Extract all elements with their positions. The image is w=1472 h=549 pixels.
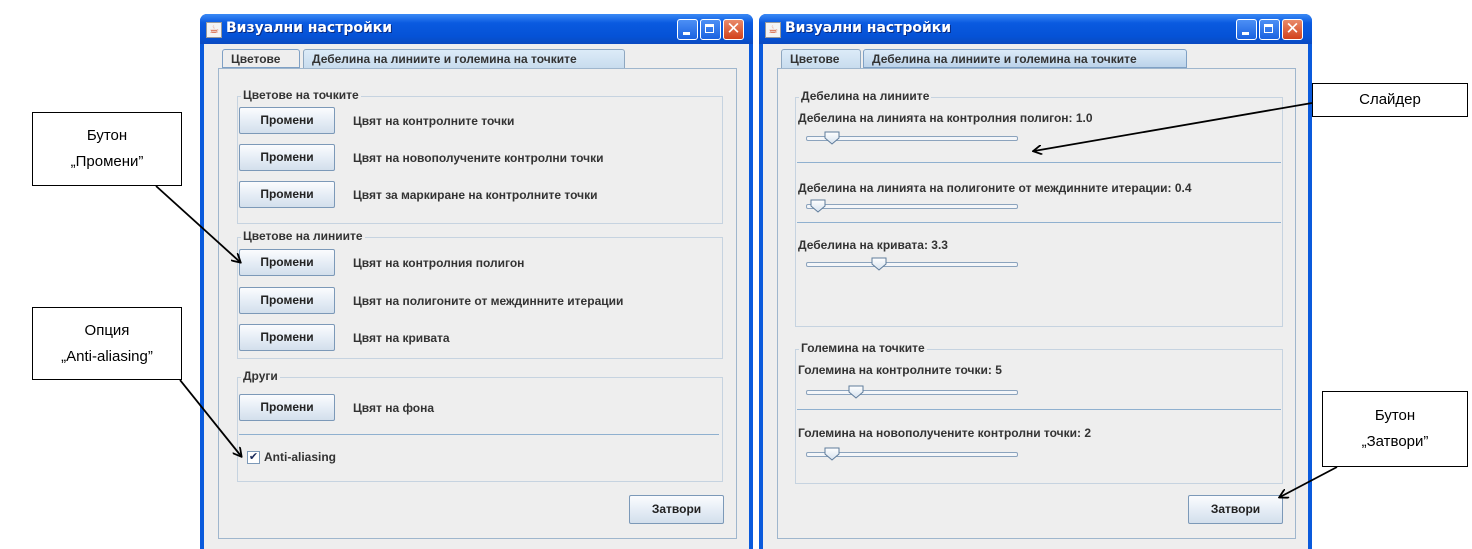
visual-settings-window-thickness: ☕ Визуални настройки ✕ Цветове Дебелина …: [759, 14, 1312, 549]
separator: [797, 222, 1281, 223]
slider-track[interactable]: [806, 204, 1018, 209]
slider-thumb-icon[interactable]: [848, 385, 864, 399]
separator: [239, 434, 719, 435]
change-marking-color-button[interactable]: Промени: [239, 181, 335, 208]
checkbox-check-icon: ✔: [248, 451, 259, 463]
intermediate-polygons-thickness-slider[interactable]: [806, 199, 1020, 215]
control-polygon-thickness-label: Дебелина на линията на контролния полиго…: [798, 111, 1093, 125]
slider-thumb-icon[interactable]: [810, 199, 826, 213]
callout-change-button: Бутон „Промени”: [32, 112, 182, 186]
maximize-icon[interactable]: [1259, 19, 1280, 40]
new-control-points-size-slider[interactable]: [806, 447, 1020, 463]
close-button[interactable]: Затвори: [629, 495, 724, 524]
window-content: Цветове Дебелина на линиите и големина н…: [763, 44, 1308, 549]
visual-settings-window-colors: ☕ Визуални настройки ✕ Цветове Дебелина …: [200, 14, 753, 549]
point-size-title: Големина на точките: [799, 341, 927, 355]
title-bar[interactable]: ☕ Визуални настройки ✕: [759, 14, 1312, 44]
callout-anti-aliasing: Опция „Anti-aliasing”: [32, 307, 182, 380]
curve-thickness-slider[interactable]: [806, 257, 1020, 273]
new-control-points-color-label: Цвят на новополучените контролни точки: [353, 151, 604, 165]
control-polygon-color-label: Цвят на контролния полигон: [353, 256, 525, 270]
window-title: Визуални настройки: [785, 20, 952, 36]
line-thickness-title: Дебелина на линиите: [799, 89, 932, 103]
title-bar[interactable]: ☕ Визуални настройки ✕: [200, 14, 753, 44]
change-background-color-button[interactable]: Промени: [239, 394, 335, 421]
separator: [797, 409, 1281, 410]
tab-line-thickness[interactable]: Дебелина на линиите и големина на точкит…: [303, 49, 625, 68]
change-curve-color-button[interactable]: Промени: [239, 324, 335, 351]
close-icon[interactable]: ✕: [1282, 19, 1303, 40]
close-icon[interactable]: ✕: [723, 19, 744, 40]
java-cup-icon: ☕: [765, 22, 781, 38]
new-control-points-size-label: Големина на новополучените контролни точ…: [798, 426, 1092, 440]
tab-colors[interactable]: Цветове: [222, 49, 300, 68]
intermediate-polygons-color-label: Цвят на полигоните от междинните итераци…: [353, 294, 624, 308]
anti-aliasing-label: Anti-aliasing: [264, 450, 337, 464]
java-cup-icon: ☕: [206, 22, 222, 38]
slider-thumb-icon[interactable]: [824, 447, 840, 461]
close-button[interactable]: Затвори: [1188, 495, 1283, 524]
background-color-label: Цвят на фона: [353, 401, 435, 415]
tab-panel: Цветове на точките Промени Цвят на контр…: [218, 68, 737, 539]
slider-track[interactable]: [806, 262, 1018, 267]
tab-colors[interactable]: Цветове: [781, 49, 861, 68]
window-content: Цветове Дебелина на линиите и големина н…: [204, 44, 749, 549]
point-colors-title: Цветове на точките: [241, 88, 361, 102]
control-points-size-label: Големина на контролните точки: 5: [798, 363, 1002, 377]
minimize-icon[interactable]: [1236, 19, 1257, 40]
window-title: Визуални настройки: [226, 20, 393, 36]
callout-close-button: Бутон „Затвори”: [1322, 391, 1468, 467]
control-polygon-thickness-slider[interactable]: [806, 131, 1020, 147]
minimize-icon[interactable]: [677, 19, 698, 40]
curve-color-label: Цвят на кривата: [353, 331, 450, 345]
change-new-control-points-color-button[interactable]: Промени: [239, 144, 335, 171]
control-points-size-slider[interactable]: [806, 385, 1020, 401]
intermediate-polygons-thickness-label: Дебелина на линията на полигоните от меж…: [798, 181, 1192, 195]
anti-aliasing-checkbox[interactable]: ✔: [247, 451, 260, 464]
slider-track[interactable]: [806, 390, 1018, 395]
callout-slider: Слайдер: [1312, 83, 1468, 117]
tab-panel: Дебелина на линиите Дебелина на линията …: [777, 68, 1296, 539]
control-points-color-label: Цвят на контролните точки: [353, 114, 515, 128]
tab-line-thickness[interactable]: Дебелина на линиите и големина на точкит…: [863, 49, 1187, 68]
separator: [797, 162, 1281, 163]
change-control-polygon-color-button[interactable]: Промени: [239, 249, 335, 276]
other-title: Други: [241, 369, 280, 383]
maximize-icon[interactable]: [700, 19, 721, 40]
other-group: [237, 377, 723, 482]
change-control-points-color-button[interactable]: Промени: [239, 107, 335, 134]
slider-thumb-icon[interactable]: [871, 257, 887, 271]
slider-thumb-icon[interactable]: [824, 131, 840, 145]
marking-color-label: Цвят за маркиране на контролните точки: [353, 188, 598, 202]
curve-thickness-label: Дебелина на кривата: 3.3: [798, 238, 948, 252]
change-intermediate-polygons-color-button[interactable]: Промени: [239, 287, 335, 314]
line-colors-title: Цветове на линиите: [241, 229, 365, 243]
